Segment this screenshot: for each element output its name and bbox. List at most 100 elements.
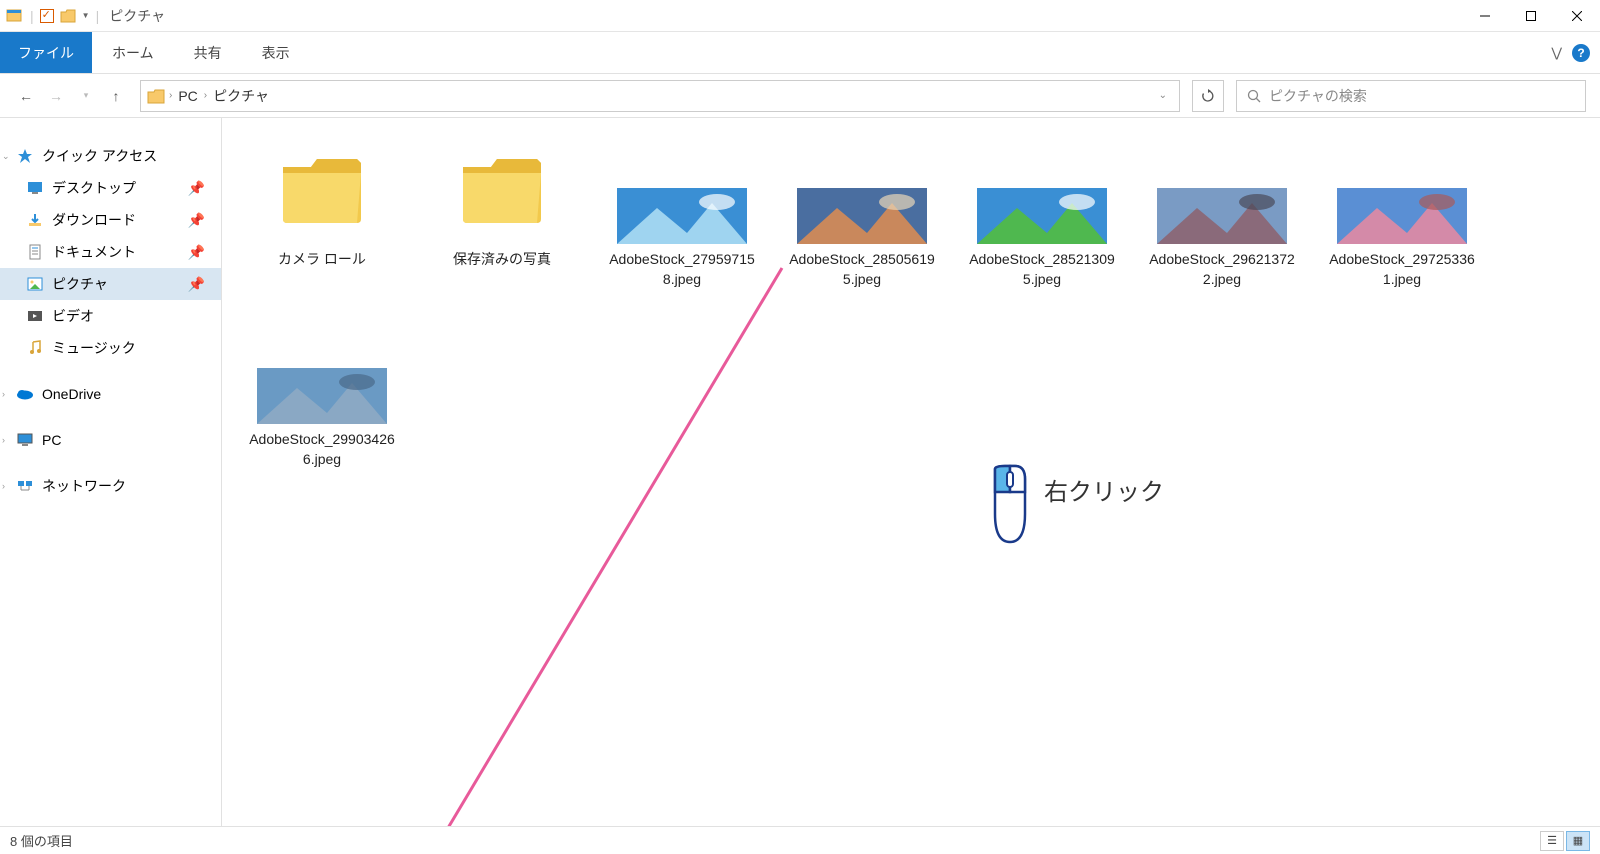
view-details-button[interactable]: ☰ <box>1540 831 1564 851</box>
content-area[interactable]: 右クリック カメラ ロール 保存済みの写真 AdobeStock_279597158… <box>222 118 1600 826</box>
item-label: AdobeStock_296213722.jpeg <box>1147 250 1297 289</box>
window-title: ピクチャ <box>109 6 165 26</box>
nav-label: OneDrive <box>42 386 101 402</box>
forward-button[interactable]: → <box>44 84 68 108</box>
pictures-icon <box>26 276 44 292</box>
documents-icon <box>26 244 44 260</box>
nav-label: ネットワーク <box>42 476 126 496</box>
image-item[interactable]: AdobeStock_299034266.jpeg <box>242 314 402 494</box>
nav-label: デスクトップ <box>52 178 136 198</box>
nav-onedrive[interactable]: › OneDrive <box>0 378 221 410</box>
nav-label: クイック アクセス <box>42 146 157 166</box>
item-label: AdobeStock_285056195.jpeg <box>787 250 937 289</box>
desktop-icon <box>26 180 44 196</box>
navigation-pane: ⌄ クイック アクセス デスクトップ 📌 ダウンロード 📌 ドキュメント 📌 ピ… <box>0 118 222 826</box>
tab-home[interactable]: ホーム <box>92 32 174 73</box>
qat-folder-icon[interactable] <box>60 9 76 23</box>
address-bar[interactable]: › PC › ピクチャ ⌄ <box>140 80 1180 112</box>
folder-item[interactable]: 保存済みの写真 <box>422 134 582 314</box>
file-tab[interactable]: ファイル <box>0 32 92 73</box>
close-button[interactable] <box>1554 0 1600 32</box>
separator: | <box>96 8 100 24</box>
nav-label: ドキュメント <box>52 242 136 262</box>
quick-access-section[interactable]: ⌄ クイック アクセス <box>0 140 221 172</box>
onedrive-icon <box>16 386 34 402</box>
nav-pictures[interactable]: ピクチャ 📌 <box>0 268 221 300</box>
minimize-button[interactable] <box>1462 0 1508 32</box>
image-thumbnail <box>617 134 747 244</box>
expand-icon[interactable]: › <box>2 435 5 445</box>
annotation-text: 右クリック <box>1044 472 1164 507</box>
quick-access-icon <box>16 148 34 164</box>
image-item[interactable]: AdobeStock_279597158.jpeg <box>602 134 762 314</box>
nav-label: ダウンロード <box>52 210 136 230</box>
expand-icon[interactable]: › <box>2 389 5 399</box>
tab-share[interactable]: 共有 <box>174 32 242 73</box>
image-thumbnail <box>797 134 927 244</box>
nav-label: ピクチャ <box>52 274 108 294</box>
expand-icon[interactable]: ⌄ <box>2 151 10 162</box>
address-dropdown-icon[interactable]: ⌄ <box>1153 90 1173 101</box>
item-count: 8 個の項目 <box>10 831 73 850</box>
image-thumbnail <box>1337 134 1467 244</box>
nav-label: ビデオ <box>52 306 94 326</box>
item-label: カメラ ロール <box>278 250 366 270</box>
nav-desktop[interactable]: デスクトップ 📌 <box>0 172 221 204</box>
item-label: AdobeStock_297253361.jpeg <box>1327 250 1477 289</box>
search-placeholder: ピクチャの検索 <box>1269 86 1367 106</box>
pin-icon: 📌 <box>188 212 205 229</box>
maximize-button[interactable] <box>1508 0 1554 32</box>
up-button[interactable]: ↑ <box>104 84 128 108</box>
search-box[interactable]: ピクチャの検索 <box>1236 80 1586 112</box>
item-label: 保存済みの写真 <box>453 250 551 270</box>
nav-label: PC <box>42 432 61 448</box>
pin-icon: 📌 <box>188 180 205 197</box>
image-thumbnail <box>257 314 387 424</box>
search-icon <box>1247 89 1261 103</box>
image-thumbnail <box>977 134 1107 244</box>
breadcrumb-pictures[interactable]: ピクチャ <box>207 86 275 106</box>
image-item[interactable]: AdobeStock_285213095.jpeg <box>962 134 1122 314</box>
image-item[interactable]: AdobeStock_296213722.jpeg <box>1142 134 1302 314</box>
navigation-bar: ← → ▾ ↑ › PC › ピクチャ ⌄ ピクチャの検索 <box>0 74 1600 118</box>
location-folder-icon <box>147 88 165 104</box>
help-icon[interactable]: ? <box>1572 44 1590 62</box>
history-dropdown[interactable]: ▾ <box>74 84 98 108</box>
refresh-button[interactable] <box>1192 80 1224 112</box>
item-label: AdobeStock_299034266.jpeg <box>247 430 397 469</box>
explorer-icon <box>6 7 24 25</box>
title-bar: | ▼ | ピクチャ <box>0 0 1600 32</box>
nav-documents[interactable]: ドキュメント 📌 <box>0 236 221 268</box>
folder-icon <box>257 134 387 244</box>
separator: | <box>30 8 34 24</box>
pin-icon: 📌 <box>188 244 205 261</box>
qat-checkbox-icon[interactable] <box>40 9 54 23</box>
videos-icon <box>26 308 44 324</box>
folder-icon <box>437 134 567 244</box>
folder-item[interactable]: カメラ ロール <box>242 134 402 314</box>
nav-network[interactable]: › ネットワーク <box>0 470 221 502</box>
back-button[interactable]: ← <box>14 84 38 108</box>
ribbon-expand-icon[interactable]: ⋁ <box>1551 45 1562 61</box>
network-icon <box>16 478 34 494</box>
pin-icon: 📌 <box>188 276 205 293</box>
annotation-mouse-icon <box>980 464 1040 546</box>
item-label: AdobeStock_285213095.jpeg <box>967 250 1117 289</box>
nav-downloads[interactable]: ダウンロード 📌 <box>0 204 221 236</box>
qat-dropdown-icon[interactable]: ▼ <box>82 11 90 20</box>
music-icon <box>26 340 44 356</box>
nav-music[interactable]: ミュージック <box>0 332 221 364</box>
pc-icon <box>16 432 34 448</box>
expand-icon[interactable]: › <box>2 481 5 491</box>
tab-view[interactable]: 表示 <box>242 32 310 73</box>
image-item[interactable]: AdobeStock_297253361.jpeg <box>1322 134 1482 314</box>
view-large-icons-button[interactable]: ▦ <box>1566 831 1590 851</box>
nav-videos[interactable]: ビデオ <box>0 300 221 332</box>
ribbon: ファイル ホーム 共有 表示 ⋁ ? <box>0 32 1600 74</box>
nav-pc[interactable]: › PC <box>0 424 221 456</box>
nav-label: ミュージック <box>52 338 136 358</box>
breadcrumb-pc[interactable]: PC <box>172 88 203 104</box>
status-bar: 8 個の項目 ☰ ▦ <box>0 826 1600 854</box>
downloads-icon <box>26 212 44 228</box>
image-item[interactable]: AdobeStock_285056195.jpeg <box>782 134 942 314</box>
